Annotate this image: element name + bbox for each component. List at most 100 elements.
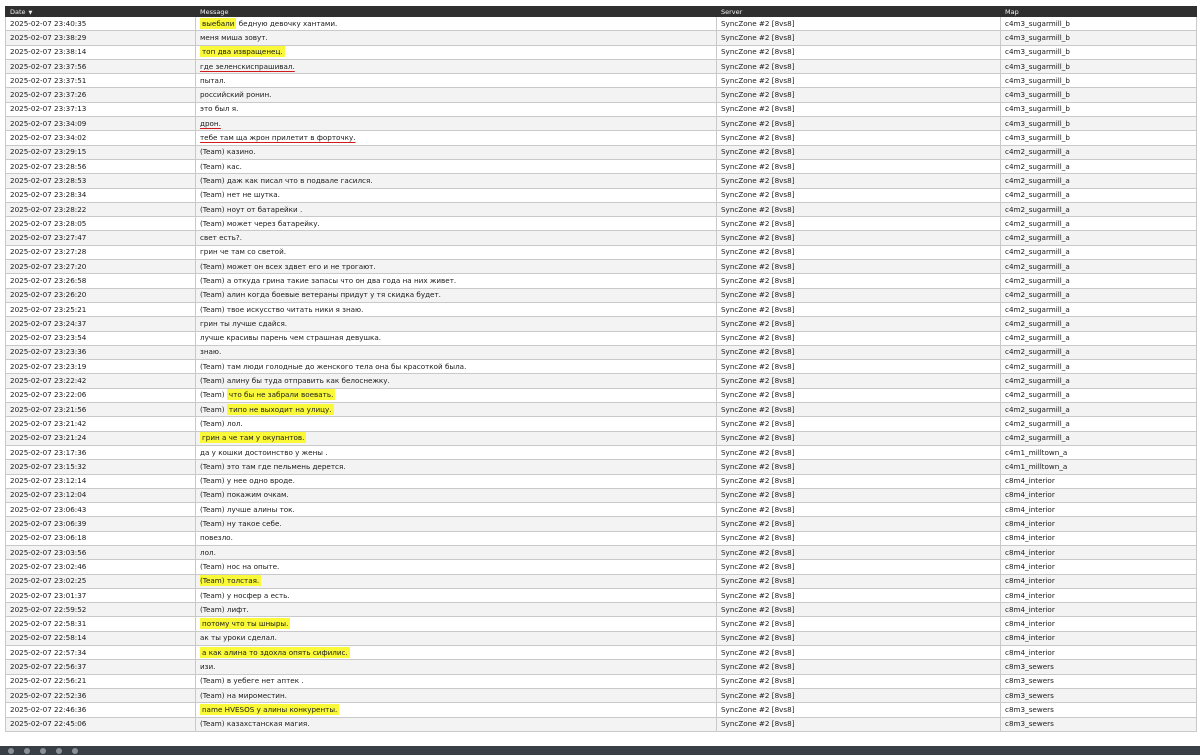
cell-message: (Team) это там где пельмень дерется. <box>195 459 717 475</box>
cell-server: SyncZone #2 [8vs8] <box>716 144 1001 160</box>
cell-map: c4m2_sugarmill_a <box>1000 187 1197 203</box>
cell-message: (Team) может он всех здвет его и не трог… <box>195 259 717 275</box>
message-text: грин че там со светой. <box>200 247 287 257</box>
table-row: 2025-02-07 23:06:18 повезло. SyncZone #2 [… <box>5 530 1197 546</box>
cell-date: 2025-02-07 22:57:34 <box>5 645 196 661</box>
table-row: 2025-02-07 23:34:02 тебе там ща жрон прил… <box>5 130 1197 146</box>
cell-map: c8m4_interior <box>1000 516 1197 532</box>
cell-message: (Team) казахстанская магия. <box>195 716 717 732</box>
message-text: изи. <box>200 662 216 671</box>
cell-server: SyncZone #2 [8vs8] <box>716 73 1001 89</box>
cell-message: (Team) лифт. <box>195 602 717 618</box>
cell-server: SyncZone #2 [8vs8] <box>716 573 1001 589</box>
column-header-message[interactable]: Message <box>195 6 717 17</box>
table-row: 2025-02-07 23:37:13 это был я. SyncZone #2… <box>5 101 1197 118</box>
column-header-map[interactable]: Map <box>1000 6 1197 17</box>
cell-date: 2025-02-07 23:15:32 <box>5 459 196 475</box>
column-header-date[interactable]: Date ▼ <box>5 6 196 17</box>
cell-message: где зеленскиспрашивал. <box>195 58 717 75</box>
app-icon[interactable] <box>24 747 30 754</box>
message-text: (Team) там люди голодные до женского тел… <box>200 361 467 371</box>
cell-map: c4m2_sugarmill_a <box>1000 158 1197 175</box>
cell-server: SyncZone #2 [8vs8] <box>716 216 1001 232</box>
message-text: знаю. <box>200 347 222 357</box>
cell-date: 2025-02-07 23:22:42 <box>5 373 196 389</box>
cell-message: (Team) на мироместин. <box>195 687 717 704</box>
cell-message: а как алина то здохла опять сифилис. <box>195 645 717 661</box>
cell-date: 2025-02-07 22:56:21 <box>5 673 196 689</box>
sort-desc-icon: ▼ <box>28 9 33 16</box>
table-row: 2025-02-07 23:22:06 (Team) что бы не забр… <box>5 387 1197 404</box>
cell-map: c4m3_sugarmill_b <box>1000 116 1197 132</box>
message-text: выебали <box>200 17 237 29</box>
cell-map: c4m2_sugarmill_a <box>1000 430 1197 446</box>
cell-map: c8m4_interior <box>1000 559 1197 575</box>
cell-date: 2025-02-07 23:37:13 <box>5 101 196 118</box>
cell-server: SyncZone #2 [8vs8] <box>716 502 1001 518</box>
message-text: (Team) <box>200 404 227 414</box>
table-row: 2025-02-07 23:24:37 грин ты лучше сдайся.… <box>5 316 1197 332</box>
cell-message: дрон. <box>195 116 717 132</box>
cell-server: SyncZone #2 [8vs8] <box>716 201 1001 218</box>
cell-map: c4m2_sugarmill_a <box>1000 259 1197 275</box>
table-body: 2025-02-07 23:40:35 выебали бедную девочк… <box>5 15 1197 732</box>
cell-date: 2025-02-07 23:27:28 <box>5 244 196 261</box>
message-text: (Team) кас. <box>200 161 242 171</box>
cell-message: (Team) лучше алины ток. <box>195 502 717 518</box>
cell-message: тебе там ща жрон прилетит в форточку. <box>195 130 717 146</box>
cell-map: c4m3_sugarmill_b <box>1000 101 1197 118</box>
table-row: 2025-02-07 23:23:54 лучше красивы парень … <box>5 330 1197 346</box>
table-row: 2025-02-07 23:21:24 грин а че там у окупа… <box>5 430 1197 446</box>
app-icon[interactable] <box>72 747 78 754</box>
cell-message: (Team) твое искусство читать ники я знаю… <box>195 301 717 318</box>
cell-server: SyncZone #2 [8vs8] <box>716 487 1001 504</box>
cell-date: 2025-02-07 23:06:18 <box>5 530 196 546</box>
app-icon[interactable] <box>40 747 46 754</box>
start-icon[interactable] <box>8 747 14 754</box>
cell-server: SyncZone #2 [8vs8] <box>716 273 1001 289</box>
cell-server: SyncZone #2 [8vs8] <box>716 116 1001 132</box>
cell-date: 2025-02-07 22:52:36 <box>5 687 196 704</box>
cell-server: SyncZone #2 [8vs8] <box>716 544 1001 561</box>
cell-map: c8m4_interior <box>1000 530 1197 546</box>
cell-message: (Team) даж как писал что в подвале гасил… <box>195 173 717 189</box>
cell-map: c4m2_sugarmill_a <box>1000 301 1197 318</box>
cell-server: SyncZone #2 [8vs8] <box>716 516 1001 532</box>
cell-server: SyncZone #2 [8vs8] <box>716 58 1001 75</box>
cell-date: 2025-02-07 22:59:52 <box>5 602 196 618</box>
cell-server: SyncZone #2 [8vs8] <box>716 416 1001 432</box>
table-row: 2025-02-07 23:27:28 грин че там со светой… <box>5 244 1197 261</box>
cell-map: c4m2_sugarmill_a <box>1000 216 1197 232</box>
cell-date: 2025-02-07 23:21:56 <box>5 402 196 418</box>
cell-message: (Team) нос на опыте. <box>195 559 717 575</box>
cell-server: SyncZone #2 [8vs8] <box>716 702 1001 718</box>
cell-message: грин ты лучше сдайся. <box>195 316 717 332</box>
table-row: 2025-02-07 23:29:15 (Team) казино. SyncZon… <box>5 144 1197 160</box>
table-row: 2025-02-07 22:56:37 изи. SyncZone #2 [8vs8… <box>5 659 1197 675</box>
table-row: 2025-02-07 23:40:35 выебали бедную девочк… <box>5 15 1197 32</box>
cell-map: c4m3_sugarmill_b <box>1000 30 1197 46</box>
cell-message: (Team) нет не шутка. <box>195 187 717 203</box>
cell-date: 2025-02-07 22:45:06 <box>5 716 196 732</box>
table-row: 2025-02-07 23:27:47 свет есть?. SyncZone #… <box>5 230 1197 246</box>
column-header-server[interactable]: Server <box>716 6 1001 17</box>
cell-server: SyncZone #2 [8vs8] <box>716 559 1001 575</box>
app-icon[interactable] <box>56 747 62 754</box>
message-text: (Team) может через батарейку. <box>200 218 320 228</box>
cell-server: SyncZone #2 [8vs8] <box>716 602 1001 618</box>
cell-date: 2025-02-07 22:56:37 <box>5 659 196 675</box>
cell-message: пытал. <box>195 73 717 89</box>
cell-date: 2025-02-07 23:02:46 <box>5 559 196 575</box>
cell-map: c4m2_sugarmill_a <box>1000 173 1197 189</box>
cell-message: топ два извращенец. <box>195 44 717 60</box>
cell-map: c8m4_interior <box>1000 502 1197 518</box>
cell-map: c8m3_sewers <box>1000 687 1197 704</box>
cell-server: SyncZone #2 [8vs8] <box>716 673 1001 689</box>
cell-date: 2025-02-07 23:12:14 <box>5 473 196 489</box>
cell-date: 2025-02-07 23:40:35 <box>5 15 196 32</box>
table-row: 2025-02-07 23:03:56 лол. SyncZone #2 [8vs8… <box>5 544 1197 561</box>
message-text: грин а че там у окупантов. <box>200 432 307 444</box>
cell-date: 2025-02-07 23:25:21 <box>5 301 196 318</box>
table-header-row: Date ▼ Message Server Map <box>5 6 1197 17</box>
message-text: потому что ты шныры. <box>200 618 291 630</box>
